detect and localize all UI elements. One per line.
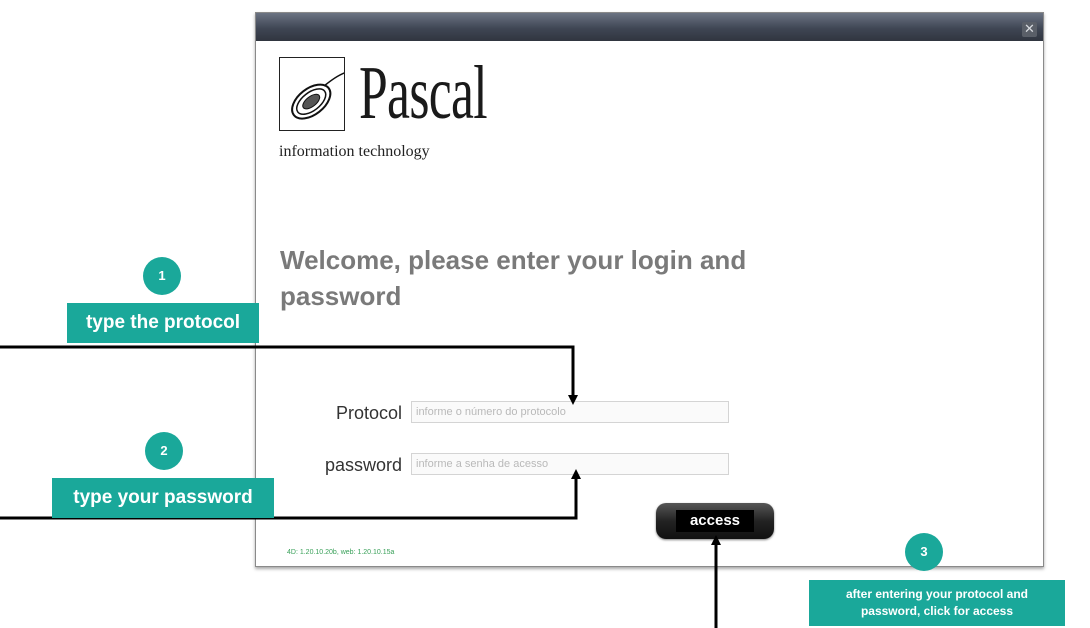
step-callout-3: after entering your protocol and passwor… bbox=[809, 580, 1065, 626]
step-callout-1: type the protocol bbox=[67, 303, 259, 343]
step-badge-1: 1 bbox=[143, 257, 181, 295]
arrow-to-protocol bbox=[0, 345, 578, 405]
step-badge-3: 3 bbox=[905, 533, 943, 571]
step-callout-2: type your password bbox=[52, 478, 274, 518]
step-badge-2: 2 bbox=[145, 432, 183, 470]
